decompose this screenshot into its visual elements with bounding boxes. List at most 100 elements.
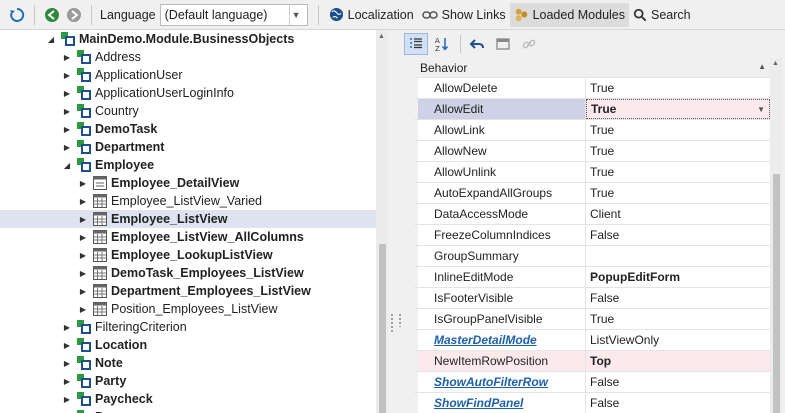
property-row[interactable]: AllowLink True: [414, 120, 770, 141]
tree-item[interactable]: ▶ Position_Employees_ListView: [0, 300, 376, 318]
expand-arrow-icon[interactable]: ▶: [62, 88, 72, 98]
property-row[interactable]: DataAccessMode Client: [414, 204, 770, 225]
expand-arrow-icon[interactable]: ▶: [62, 358, 72, 368]
expand-arrow-icon[interactable]: ▶: [62, 124, 72, 134]
pane-splitter[interactable]: [388, 30, 396, 413]
property-name-link[interactable]: MasterDetailMode: [434, 333, 537, 347]
tree-item[interactable]: ◢ Employee: [0, 156, 376, 174]
tree-item[interactable]: ▶ ApplicationUserLoginInfo: [0, 84, 376, 102]
expand-arrow-icon[interactable]: ▶: [62, 322, 72, 332]
expand-arrow-icon[interactable]: ▶: [78, 286, 88, 296]
language-combo[interactable]: (Default language) ▼: [159, 3, 308, 26]
expand-arrow-icon[interactable]: ▶: [62, 394, 72, 404]
property-value[interactable]: False: [586, 393, 770, 413]
show-links-button[interactable]: Show Links: [418, 3, 510, 27]
sort-az-button[interactable]: A Z: [430, 33, 454, 55]
search-button[interactable]: Search: [629, 3, 695, 27]
expand-arrow-icon[interactable]: ▶: [62, 376, 72, 386]
chevron-down-icon[interactable]: ▼: [288, 4, 303, 25]
property-name[interactable]: ShowAutoFilterRow: [418, 372, 586, 392]
property-value[interactable]: [586, 246, 770, 266]
property-name[interactable]: NewItemRowPosition: [418, 351, 586, 371]
property-name[interactable]: AllowEdit: [418, 99, 586, 119]
property-name[interactable]: GroupSummary: [418, 246, 586, 266]
property-value[interactable]: Client: [586, 204, 770, 224]
scroll-up-icon[interactable]: ▲: [378, 33, 385, 40]
property-name-link[interactable]: ShowAutoFilterRow: [434, 375, 548, 389]
navigate-link-button[interactable]: [517, 33, 541, 55]
property-value[interactable]: Top: [586, 351, 770, 371]
property-value[interactable]: True: [586, 78, 770, 98]
property-value[interactable]: False: [586, 288, 770, 308]
scroll-up-icon[interactable]: ▲: [772, 60, 779, 67]
tree-item[interactable]: ▶ Note: [0, 354, 376, 372]
property-name[interactable]: InlineEditMode: [418, 267, 586, 287]
refresh-button[interactable]: [6, 4, 28, 26]
property-name[interactable]: ShowFindPanel: [418, 393, 586, 413]
property-value[interactable]: True: [586, 183, 770, 203]
tree-item[interactable]: ▶ Employee_ListView_Varied: [0, 192, 376, 210]
model-tree[interactable]: ◢ MainDemo.Module.BusinessObjects ▶ Address…: [0, 30, 388, 413]
property-value[interactable]: True: [586, 141, 770, 161]
property-name[interactable]: DataAccessMode: [418, 204, 586, 224]
tree-item[interactable]: ▶ Department: [0, 138, 376, 156]
property-name[interactable]: IsGroupPanelVisible: [418, 309, 586, 329]
chevron-down-icon[interactable]: ▼: [757, 105, 765, 114]
tree-item[interactable]: ▶P: [0, 408, 376, 413]
property-value[interactable]: False: [586, 225, 770, 245]
property-value[interactable]: True: [586, 120, 770, 140]
property-name[interactable]: IsFooterVisible: [418, 288, 586, 308]
expand-arrow-icon[interactable]: ▶: [78, 178, 88, 188]
property-row[interactable]: ShowAutoFilterRow False: [414, 372, 770, 393]
property-row[interactable]: AutoExpandAllGroups True: [414, 183, 770, 204]
tree-item[interactable]: ▶ DemoTask: [0, 120, 376, 138]
property-name[interactable]: AllowNew: [418, 141, 586, 161]
property-row[interactable]: AllowEdit True ▼: [414, 99, 770, 120]
property-name[interactable]: AllowLink: [418, 120, 586, 140]
tree-item[interactable]: ▶ Department_Employees_ListView: [0, 282, 376, 300]
property-name[interactable]: AllowDelete: [418, 78, 586, 98]
expand-arrow-icon[interactable]: ▶: [78, 232, 88, 242]
property-row[interactable]: FreezeColumnIndices False: [414, 225, 770, 246]
property-name[interactable]: AllowUnlink: [418, 162, 586, 182]
tree-item[interactable]: ▶ Employee_ListView_AllColumns: [0, 228, 376, 246]
property-row[interactable]: InlineEditMode PopupEditForm: [414, 267, 770, 288]
property-name[interactable]: MasterDetailMode: [418, 330, 586, 350]
undo-button[interactable]: [465, 33, 489, 55]
categorized-button[interactable]: [404, 33, 428, 55]
window-button[interactable]: [491, 33, 515, 55]
property-name[interactable]: AutoExpandAllGroups: [418, 183, 586, 203]
tree-item[interactable]: ▶ Employee_ListView: [0, 210, 376, 228]
tree-scroll-thumb[interactable]: [379, 244, 386, 413]
tree-item[interactable]: ▶ Country: [0, 102, 376, 120]
property-value[interactable]: PopupEditForm: [586, 267, 770, 287]
property-row[interactable]: AllowDelete True: [414, 78, 770, 99]
property-row[interactable]: ShowFindPanel False: [414, 393, 770, 413]
property-grid[interactable]: Behavior ▲ AllowDelete True AllowEdit True ▼…: [414, 58, 770, 413]
expand-arrow-icon[interactable]: ▶: [62, 340, 72, 350]
property-value[interactable]: True ▼: [586, 99, 770, 119]
chevron-up-icon[interactable]: ▲: [758, 62, 766, 71]
property-row[interactable]: IsGroupPanelVisible True: [414, 309, 770, 330]
tree-item[interactable]: ▶ Employee_LookupListView: [0, 246, 376, 264]
property-value[interactable]: False: [586, 372, 770, 392]
category-row[interactable]: Behavior ▲: [414, 58, 770, 78]
tree-item[interactable]: ▶ Address: [0, 48, 376, 66]
expand-arrow-icon[interactable]: ▶: [78, 196, 88, 206]
expand-arrow-icon[interactable]: ▶: [78, 304, 88, 314]
property-name[interactable]: FreezeColumnIndices: [418, 225, 586, 245]
property-row[interactable]: AllowNew True: [414, 141, 770, 162]
tree-item[interactable]: ▶ ApplicationUser: [0, 66, 376, 84]
tree-scrollbar[interactable]: ▲: [376, 30, 388, 413]
tree-item[interactable]: ▶ Paycheck: [0, 390, 376, 408]
property-value[interactable]: ListViewOnly: [586, 330, 770, 350]
forward-button[interactable]: [63, 4, 85, 26]
property-scroll-thumb[interactable]: [773, 174, 780, 413]
property-value[interactable]: True: [586, 309, 770, 329]
loaded-modules-button[interactable]: Loaded Modules: [509, 2, 630, 27]
property-row[interactable]: MasterDetailMode ListViewOnly: [414, 330, 770, 351]
property-name-link[interactable]: ShowFindPanel: [434, 396, 523, 410]
splitter-grip-icon[interactable]: [390, 313, 394, 333]
expand-arrow-icon[interactable]: ▶: [62, 70, 72, 80]
expand-arrow-icon[interactable]: ▶: [78, 250, 88, 260]
